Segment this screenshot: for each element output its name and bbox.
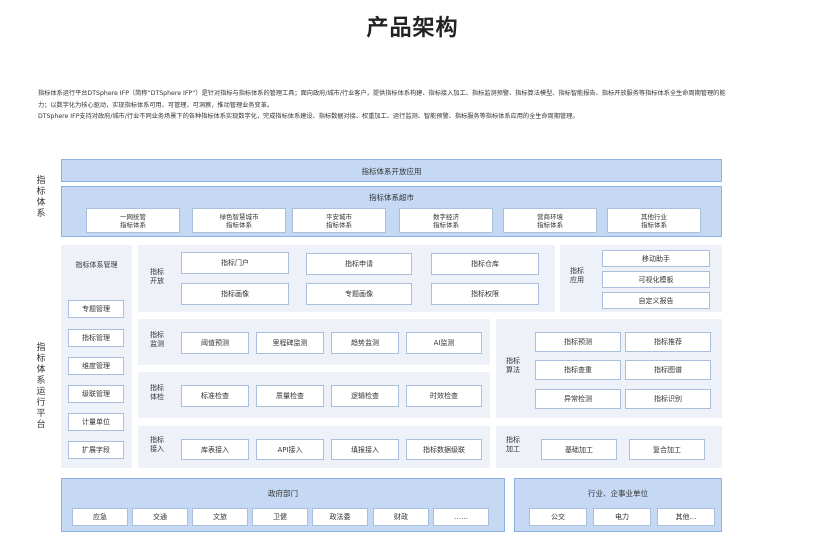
supermarket-item[interactable]: 数字经济 指标体系	[399, 208, 493, 233]
industry-band: 行业、企事业单位 公交 电力 其他…	[514, 478, 722, 532]
intro-paragraph-1: 指标体系运行平台DTSphere IFP（简称“DTSphere IFP”）是针…	[38, 90, 726, 109]
open-item[interactable]: 专题画像	[306, 283, 412, 305]
item-line1: 其他行业	[641, 212, 667, 221]
management-item[interactable]: 维度管理	[68, 357, 124, 375]
processing-item[interactable]: 复合加工	[629, 439, 705, 460]
management-item[interactable]: 专题管理	[68, 300, 124, 318]
government-title: 政府部门	[268, 489, 298, 498]
item-line1: 平安城市	[326, 212, 352, 221]
industry-item[interactable]: 公交	[529, 508, 587, 526]
processing-label: 指标加工	[506, 436, 520, 453]
open-item[interactable]: 指标仓库	[431, 253, 539, 275]
algorithm-item[interactable]: 指标查重	[535, 360, 621, 380]
government-item[interactable]: 应急	[72, 508, 128, 526]
algorithm-item[interactable]: 异常检测	[535, 389, 621, 409]
monitor-item[interactable]: AI监测	[406, 332, 482, 354]
industry-item[interactable]: 电力	[593, 508, 651, 526]
supermarket-item[interactable]: 营商环境 指标体系	[503, 208, 597, 233]
access-item[interactable]: 指标数据级联	[406, 439, 482, 460]
access-label: 指标接入	[150, 436, 164, 453]
access-item[interactable]: API接入	[256, 439, 324, 460]
check-item[interactable]: 标准检查	[181, 385, 249, 407]
supermarket-item[interactable]: 一网统管 指标体系	[86, 208, 180, 233]
item-line2: 指标体系	[433, 220, 459, 229]
government-item[interactable]: ……	[433, 508, 489, 526]
processing-panel: 指标加工 基础加工 复合加工	[496, 426, 722, 468]
supermarket-band: 指标体系超市 一网统管 指标体系 绿色智慧城市 指标体系 平安城市 指标体系 数字经济…	[61, 186, 722, 237]
intro-text: 指标体系运行平台DTSphere IFP（简称“DTSphere IFP”）是针…	[38, 88, 728, 123]
application-item[interactable]: 可视化模板	[602, 271, 710, 288]
processing-item[interactable]: 基础加工	[541, 439, 617, 460]
monitor-item[interactable]: 里程碑监测	[256, 332, 324, 354]
monitor-item[interactable]: 趋势监测	[331, 332, 399, 354]
algorithm-item[interactable]: 指标图谱	[625, 360, 711, 380]
application-panel: 指标应用 移动助手 可视化模板 自定义报告	[560, 245, 722, 312]
access-item[interactable]: 库表接入	[181, 439, 249, 460]
supermarket-item[interactable]: 平安城市 指标体系	[292, 208, 386, 233]
application-label: 指标应用	[570, 267, 584, 284]
application-item[interactable]: 自定义报告	[602, 292, 710, 309]
monitor-panel: 指标监测 阈值预测 里程碑监测 趋势监测 AI监测	[138, 319, 490, 365]
open-panel: 指标开放 指标门户 指标申请 指标仓库 指标画像 专题画像 指标权限	[138, 245, 555, 312]
check-item[interactable]: 逻辑检查	[331, 385, 399, 407]
application-item[interactable]: 移动助手	[602, 250, 710, 267]
management-item[interactable]: 级联管理	[68, 385, 124, 403]
open-item[interactable]: 指标门户	[181, 252, 289, 274]
item-line1: 营商环境	[537, 212, 563, 221]
intro-paragraph-2: DTSphere IFP支持对政府/城市/行业不同业务场景下的各种指标体系实现数…	[38, 113, 579, 120]
item-line2: 指标体系	[120, 220, 146, 229]
algorithm-label: 指标算法	[506, 357, 520, 374]
government-item[interactable]: 卫健	[252, 508, 308, 526]
open-item[interactable]: 指标申请	[306, 253, 412, 275]
management-title: 指标体系管理	[75, 261, 118, 269]
open-item[interactable]: 指标权限	[431, 283, 539, 305]
access-item[interactable]: 填报接入	[331, 439, 399, 460]
supermarket-item[interactable]: 绿色智慧城市 指标体系	[192, 208, 286, 233]
item-line1: 数字经济	[433, 212, 459, 221]
item-line2: 指标体系	[537, 220, 563, 229]
platform-side-label: 指标体系运行平台	[36, 343, 46, 430]
check-panel: 指标体检 标准检查 质量检查 逻辑检查 时效检查	[138, 372, 490, 418]
industry-item[interactable]: 其他…	[657, 508, 715, 526]
government-item[interactable]: 文旅	[192, 508, 248, 526]
management-item[interactable]: 指标管理	[68, 329, 124, 347]
page-title: 产品架构	[366, 16, 459, 41]
open-label: 指标开放	[150, 268, 164, 285]
check-label: 指标体检	[150, 384, 164, 401]
industry-title: 行业、企事业单位	[588, 489, 648, 498]
monitor-item[interactable]: 阈值预测	[181, 332, 249, 354]
open-item[interactable]: 指标画像	[181, 283, 289, 305]
item-line2: 指标体系	[326, 220, 352, 229]
government-item[interactable]: 财政	[373, 508, 429, 526]
algorithm-item[interactable]: 指标预测	[535, 332, 621, 352]
item-line2: 指标体系	[641, 220, 667, 229]
item-line2: 指标体系	[226, 220, 252, 229]
management-panel: 指标体系管理 专题管理 指标管理 维度管理 级联管理 计量单位 扩展字段	[61, 245, 132, 468]
algorithm-panel: 指标算法 指标预测 指标推荐 指标查重 指标图谱 异常检测 指标识别	[496, 319, 722, 418]
algorithm-item[interactable]: 指标识别	[625, 389, 711, 409]
management-item[interactable]: 计量单位	[68, 413, 124, 431]
algorithm-item[interactable]: 指标推荐	[625, 332, 711, 352]
item-line1: 一网统管	[120, 212, 146, 221]
indicator-system-side-label: 指标体系	[36, 176, 46, 219]
management-item[interactable]: 扩展字段	[68, 441, 124, 459]
government-item[interactable]: 政法委	[312, 508, 368, 526]
access-panel: 指标接入 库表接入 API接入 填报接入 指标数据级联	[138, 426, 490, 468]
supermarket-title: 指标体系超市	[369, 193, 414, 202]
check-item[interactable]: 时效检查	[406, 385, 482, 407]
government-item[interactable]: 交通	[132, 508, 188, 526]
open-app-title: 指标体系开放应用	[361, 167, 422, 176]
open-app-band: 指标体系开放应用	[61, 159, 722, 182]
government-band: 政府部门 应急 交通 文旅 卫健 政法委 财政 ……	[61, 478, 505, 532]
item-line1: 绿色智慧城市	[219, 212, 259, 221]
supermarket-item[interactable]: 其他行业 指标体系	[607, 208, 701, 233]
check-item[interactable]: 质量检查	[256, 385, 324, 407]
monitor-label: 指标监测	[150, 331, 164, 348]
